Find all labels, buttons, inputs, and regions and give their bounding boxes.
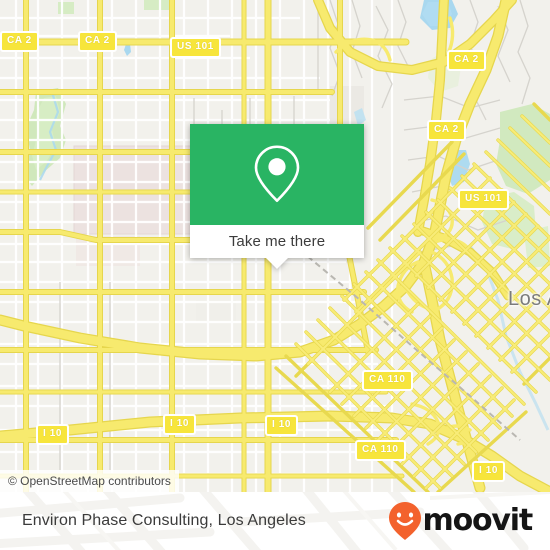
moovit-wordmark: moovit bbox=[422, 503, 534, 538]
moovit-smiley-pin-icon bbox=[388, 502, 421, 540]
highway-shield[interactable]: I 10 bbox=[265, 415, 299, 436]
highway-shield[interactable]: CA 2 bbox=[0, 31, 39, 52]
highway-shield[interactable]: CA 110 bbox=[355, 440, 406, 461]
map-pin-icon bbox=[254, 144, 300, 202]
highway-shield[interactable]: CA 110 bbox=[362, 370, 413, 391]
highway-shield[interactable]: CA 2 bbox=[427, 120, 466, 141]
moovit-logo[interactable]: moovit bbox=[388, 501, 534, 541]
city-label-los-angeles: Los A bbox=[508, 288, 550, 310]
highway-shield[interactable]: CA 2 bbox=[447, 50, 486, 71]
callout-pointer-tail bbox=[266, 258, 288, 269]
callout-image-placeholder bbox=[190, 124, 364, 225]
osm-attribution[interactable]: © OpenStreetMap contributors bbox=[0, 470, 179, 492]
highway-shield[interactable]: I 10 bbox=[36, 424, 70, 445]
footer-bar: Environ Phase Consulting, Los Angeles mo… bbox=[0, 492, 550, 550]
callout-action-bar[interactable]: Take me there bbox=[190, 225, 364, 269]
highway-shield[interactable]: CA 2 bbox=[78, 31, 117, 52]
highway-shield[interactable]: US 101 bbox=[458, 189, 509, 210]
place-title: Environ Phase Consulting, Los Angeles bbox=[22, 512, 306, 529]
map-page: CA 2 CA 2 US 101 CA 2 CA 2 US 101 CA 110… bbox=[0, 0, 550, 550]
map-canvas[interactable]: CA 2 CA 2 US 101 CA 2 CA 2 US 101 CA 110… bbox=[0, 0, 550, 492]
highway-shield[interactable]: I 10 bbox=[472, 461, 506, 482]
take-me-there-label: Take me there bbox=[228, 233, 326, 250]
location-callout-card[interactable]: Take me there bbox=[190, 124, 364, 269]
highway-shield[interactable]: I 10 bbox=[163, 414, 197, 435]
highway-shield[interactable]: US 101 bbox=[170, 37, 221, 58]
